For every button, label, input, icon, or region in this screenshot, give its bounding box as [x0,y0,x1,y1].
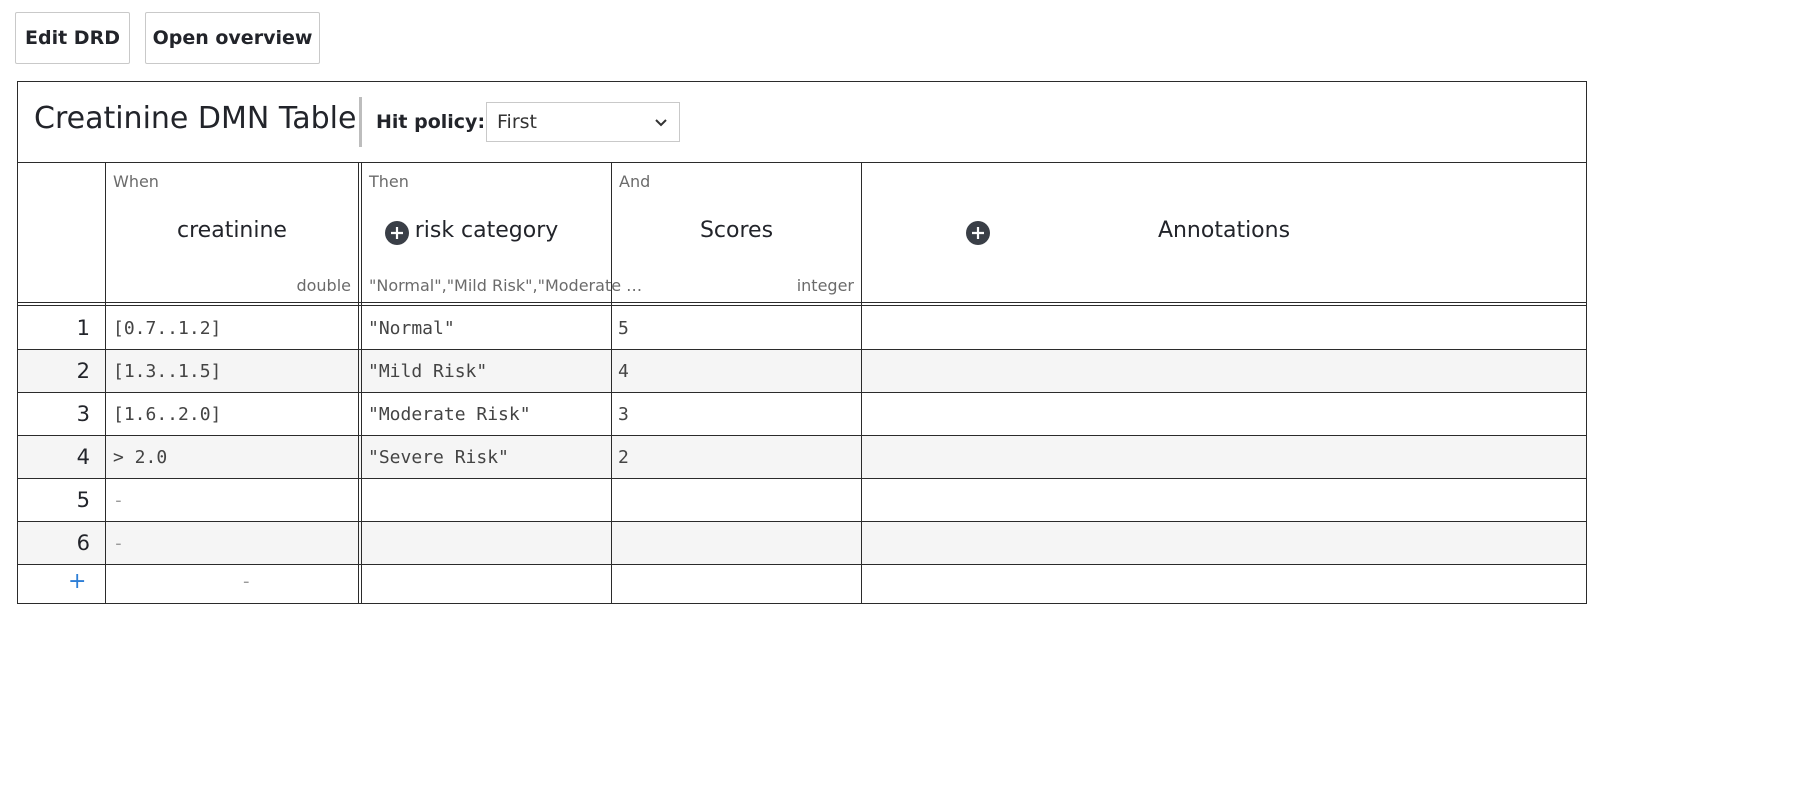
risk-output-cell[interactable] [368,479,606,521]
table-row: 3 [1.6..2.0] "Moderate Risk" 3 [18,393,1586,435]
header-divider-bottom [18,305,1586,306]
plus-circle-icon [972,227,984,239]
output-column-type-risk[interactable]: "Normal","Mild Risk","Moderate Risk","Se… [369,276,643,295]
hit-policy-select[interactable]: First [486,102,680,142]
input-column-name[interactable]: creatinine [106,218,358,243]
hit-policy-label: Hit policy: [376,111,486,133]
table-row: 1 [0.7..1.2] "Normal" 5 [18,307,1586,349]
annotation-cell[interactable] [868,307,1578,349]
input-column-header[interactable]: When creatinine double [106,162,358,304]
annotation-cell[interactable] [868,393,1578,435]
grid-line [361,162,362,603]
annotation-cell[interactable] [868,350,1578,392]
grid-line [358,162,359,603]
title-divider [359,97,362,147]
table-row: 6- [18,522,1586,564]
header-divider-top [18,302,1586,303]
input-entry-cell[interactable]: [0.7..1.2] [113,307,353,349]
table-row: 4 > 2.0 "Severe Risk" 2 [18,436,1586,478]
hit-policy-value: First [497,111,537,133]
chevron-down-icon [655,119,667,127]
row-number[interactable]: 1 [18,307,90,349]
row-number[interactable]: 2 [18,350,90,392]
row-number[interactable]: 6 [18,522,90,564]
score-output-cell[interactable] [618,479,856,521]
then-label: Then [369,172,409,191]
grid-line [105,162,106,603]
score-output-cell[interactable] [618,522,856,564]
input-column-type[interactable]: double [296,276,351,295]
input-entry-cell[interactable]: > 2.0 [113,436,353,478]
table-row: 5- [18,479,1586,521]
score-output-cell[interactable]: 5 [618,307,856,349]
risk-output-cell[interactable] [368,522,606,564]
row-number-header [18,162,105,304]
when-label: When [113,172,159,191]
annotation-cell[interactable] [868,436,1578,478]
add-output-column-button[interactable] [966,221,990,245]
input-entry-cell[interactable]: - [113,479,353,521]
grid-line [611,162,612,603]
row-number[interactable]: 5 [18,479,90,521]
annotation-cell[interactable] [868,522,1578,564]
score-output-cell[interactable]: 3 [618,393,856,435]
row-number[interactable]: 3 [18,393,90,435]
output-column-type-scores[interactable]: integer [797,276,854,295]
risk-output-cell[interactable]: "Normal" [368,307,606,349]
risk-output-cell[interactable]: "Mild Risk" [368,350,606,392]
score-output-cell[interactable]: 4 [618,350,856,392]
input-entry-cell[interactable]: [1.3..1.5] [113,350,353,392]
input-entry-cell[interactable]: - [113,522,353,564]
input-entry-cell[interactable]: [1.6..2.0] [113,393,353,435]
plus-circle-icon [391,227,403,239]
add-rule-placeholder: - [243,571,250,592]
risk-output-cell[interactable]: "Moderate Risk" [368,393,606,435]
score-output-cell[interactable]: 2 [618,436,856,478]
grid-line [861,162,862,603]
edit-drd-button[interactable]: Edit DRD [15,12,130,64]
and-label: And [619,172,651,191]
add-rule-row: + - [18,562,1586,603]
risk-output-cell[interactable]: "Severe Risk" [368,436,606,478]
annotation-cell[interactable] [868,479,1578,521]
output-column-header-scores[interactable]: And Scores integer [612,162,861,304]
table-title-bar: Creatinine DMN Table Hit policy: First [18,82,1586,163]
row-number[interactable]: 4 [18,436,90,478]
open-overview-button[interactable]: Open overview [145,12,320,64]
output-column-name-scores[interactable]: Scores [612,218,861,243]
table-name[interactable]: Creatinine DMN Table [34,101,356,136]
decision-table: Creatinine DMN Table Hit policy: First W… [17,81,1587,604]
table-row: 2 [1.3..1.5] "Mild Risk" 4 [18,350,1586,392]
add-rule-button[interactable]: + [68,569,86,594]
add-input-column-button[interactable] [385,221,409,245]
